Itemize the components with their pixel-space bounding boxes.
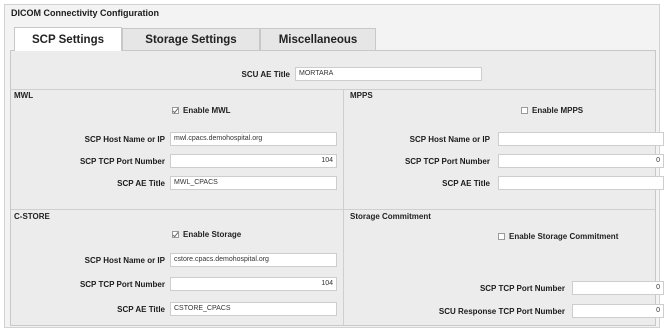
commit-response-port-input[interactable]: 0 — [572, 304, 664, 318]
cstore-host-input[interactable]: cstore.cpacs.demohospital.org — [170, 253, 337, 267]
mpps-ae-title-input[interactable] — [498, 176, 664, 190]
mpps-ae-title-label: SCP AE Title — [442, 179, 490, 188]
enable-storage-checkbox[interactable]: Enable Storage — [172, 230, 241, 239]
mwl-host-input[interactable]: mwl.cpacs.demohospital.org — [170, 132, 337, 146]
checkbox-checked-icon — [172, 107, 179, 114]
mpps-port-input[interactable]: 0 — [498, 154, 664, 168]
mwl-host-label: SCP Host Name or IP — [84, 135, 165, 144]
enable-mpps-label: Enable MPPS — [532, 106, 584, 115]
cstore-ae-title-label: SCP AE Title — [117, 305, 165, 314]
tab-storage-settings[interactable]: Storage Settings — [122, 28, 260, 50]
commit-response-port-label: SCU Response TCP Port Number — [438, 307, 565, 316]
mwl-ae-title-input[interactable]: MWL_CPACS — [170, 176, 337, 190]
mwl-ae-title-label: SCP AE Title — [117, 179, 165, 188]
checkbox-unchecked-icon — [521, 107, 528, 114]
enable-storage-commitment-label: Enable Storage Commitment — [509, 232, 619, 241]
scu-ae-title-label: SCU AE Title — [241, 70, 290, 79]
cstore-port-input[interactable]: 104 — [170, 277, 337, 291]
top-divider — [11, 89, 655, 90]
column-divider — [343, 89, 344, 325]
cstore-port-label: SCP TCP Port Number — [79, 280, 165, 289]
mwl-port-input[interactable]: 104 — [170, 154, 337, 168]
scu-ae-title-input[interactable]: MORTARA — [295, 67, 482, 81]
mpps-host-label: SCP Host Name or IP — [409, 135, 490, 144]
enable-storage-label: Enable Storage — [183, 230, 242, 239]
commit-port-label: SCP TCP Port Number — [479, 284, 565, 293]
middle-divider — [11, 209, 655, 210]
cstore-host-label: SCP Host Name or IP — [84, 256, 165, 265]
enable-mpps-checkbox[interactable]: Enable MPPS — [521, 106, 583, 115]
checkbox-unchecked-icon — [498, 233, 505, 240]
cstore-ae-title-input[interactable]: CSTORE_CPACS — [170, 302, 337, 316]
storage-commitment-section-title: Storage Commitment — [350, 212, 431, 221]
enable-mwl-checkbox[interactable]: Enable MWL — [172, 106, 231, 115]
mpps-host-input[interactable] — [498, 132, 664, 146]
mwl-port-label: SCP TCP Port Number — [79, 157, 165, 166]
enable-mwl-label: Enable MWL — [183, 106, 231, 115]
mwl-section-title: MWL — [14, 91, 34, 100]
commit-port-input[interactable]: 0 — [572, 281, 664, 295]
mpps-port-label: SCP TCP Port Number — [404, 157, 490, 166]
tab-scp-settings[interactable]: SCP Settings — [14, 27, 122, 51]
enable-storage-commitment-checkbox[interactable]: Enable Storage Commitment — [498, 232, 618, 241]
tab-miscellaneous[interactable]: Miscellaneous — [260, 28, 376, 50]
mpps-section-title: MPPS — [350, 91, 373, 100]
checkbox-checked-icon — [172, 231, 179, 238]
cstore-section-title: C-STORE — [14, 212, 50, 221]
window-title: DICOM Connectivity Configuration — [11, 8, 159, 18]
